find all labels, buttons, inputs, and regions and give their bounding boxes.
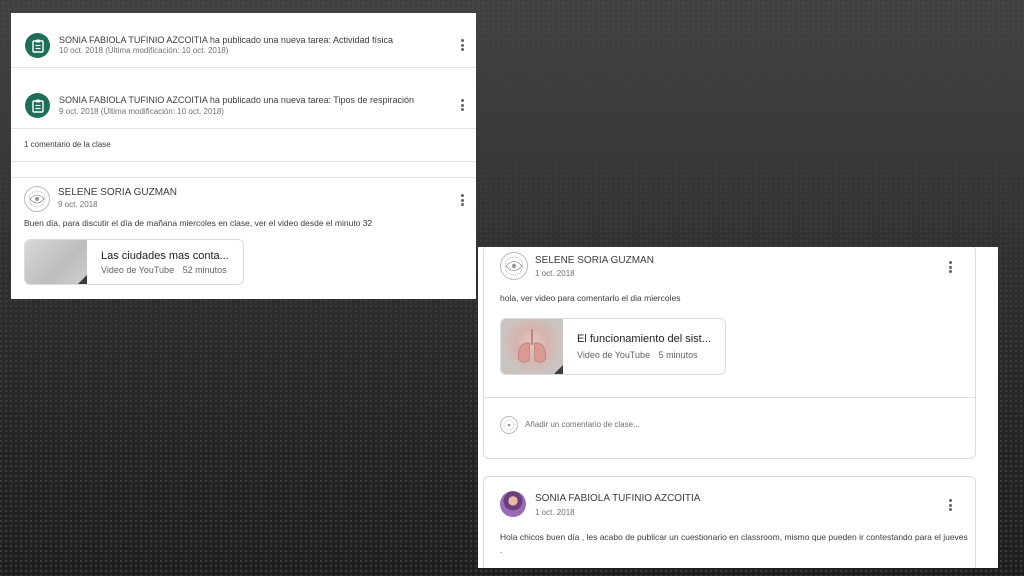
assignment-icon	[25, 93, 50, 118]
classroom-stream-screenshot-left: SONIA FABIOLA TUFINIO AZCOITIA ha public…	[11, 13, 476, 299]
video-source: Video de YouTube 52 minutos	[101, 265, 227, 275]
video-duration: 5 minutos	[658, 350, 698, 360]
divider	[484, 397, 975, 398]
more-options-icon[interactable]	[459, 99, 465, 113]
avatar[interactable]	[24, 186, 50, 212]
post-body: hola, ver video para comentarlo el dia m…	[500, 293, 681, 303]
assignment-row[interactable]: SONIA FABIOLA TUFINIO AZCOITIA ha public…	[11, 68, 476, 129]
more-options-icon[interactable]	[459, 39, 465, 53]
more-options-icon[interactable]	[947, 499, 953, 513]
post-author: SELENE SORIA GUZMAN	[58, 187, 177, 198]
more-options-icon[interactable]	[947, 261, 953, 275]
avatar[interactable]	[500, 252, 528, 280]
post-body-tail: .	[500, 545, 503, 555]
video-duration: 52 minutos	[182, 265, 227, 275]
assignment-title[interactable]: SONIA FABIOLA TUFINIO AZCOITIA ha public…	[59, 95, 414, 105]
video-title: Las ciudades mas conta...	[101, 250, 229, 262]
post-body: Buen día, para discutir el día de mañana…	[24, 218, 373, 228]
post-author: SELENE SORIA GUZMAN	[535, 255, 654, 266]
stream-post: SELENE SORIA GUZMAN 9 oct. 2018 Buen día…	[11, 178, 476, 299]
class-comments-row[interactable]: 1 comentario de la clase	[11, 129, 476, 162]
comment-input[interactable]: Añadir un comentario de clase...	[525, 420, 640, 429]
youtube-video-attachment[interactable]: El funcionamiento del sist... Video de Y…	[500, 318, 726, 375]
more-options-icon[interactable]	[459, 194, 465, 208]
video-source-label: Video de YouTube	[577, 350, 651, 360]
video-thumbnail-corner	[554, 365, 563, 374]
stream-post-card: SELENE SORIA GUZMAN 1 oct. 2018 hola, ve…	[483, 247, 976, 459]
video-source-label: Video de YouTube	[101, 265, 175, 275]
assignment-title[interactable]: SONIA FABIOLA TUFINIO AZCOITIA ha public…	[59, 35, 393, 45]
video-thumbnail	[25, 240, 87, 284]
post-body: Hola chicos buen día , les acabo de publ…	[500, 532, 968, 542]
video-title: El funcionamiento del sist...	[577, 333, 711, 345]
avatar	[500, 416, 518, 434]
video-source: Video de YouTube 5 minutos	[577, 350, 698, 360]
class-comments-count[interactable]: 1 comentario de la clase	[24, 140, 111, 149]
post-date: 1 oct. 2018	[535, 269, 575, 278]
assignment-date: 9 oct. 2018 (Última modificación: 10 oct…	[59, 107, 224, 116]
post-date: 1 oct. 2018	[535, 508, 575, 517]
classroom-stream-screenshot-right: SELENE SORIA GUZMAN 1 oct. 2018 hola, ve…	[478, 247, 998, 568]
stream-post-card: SONIA FABIOLA TUFINIO AZCOITIA 1 oct. 20…	[483, 476, 976, 568]
post-author: SONIA FABIOLA TUFINIO AZCOITIA	[535, 493, 701, 504]
video-thumbnail-corner	[78, 275, 87, 284]
avatar[interactable]	[500, 491, 526, 517]
assignment-row[interactable]: SONIA FABIOLA TUFINIO AZCOITIA ha public…	[11, 13, 476, 68]
youtube-video-attachment[interactable]: Las ciudades mas conta... Video de YouTu…	[24, 239, 244, 285]
assignment-date: 10 oct. 2018 (Última modificación: 10 oc…	[59, 46, 229, 55]
post-date: 9 oct. 2018	[58, 200, 98, 209]
assignment-icon	[25, 33, 50, 58]
video-thumbnail	[501, 319, 563, 374]
